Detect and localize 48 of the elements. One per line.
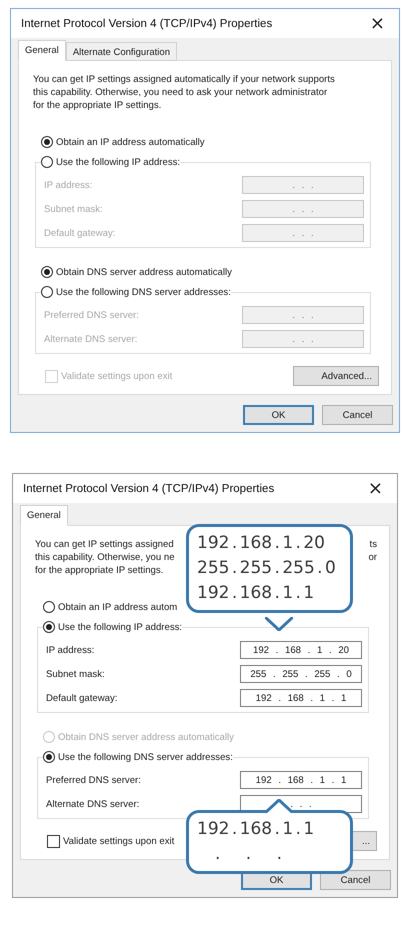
callout-text: 192 . 168 . 1 . 1 (197, 818, 314, 841)
dialog-button[interactable]: Cancel (320, 870, 391, 890)
radio-button[interactable] (41, 286, 53, 298)
callout-text: . . . (214, 843, 282, 866)
description-text: this capability. Otherwise, you ne (35, 551, 175, 564)
radio-button[interactable] (43, 621, 55, 633)
dialog-button[interactable]: OK (243, 405, 314, 425)
field-label: Subnet mask: (44, 204, 103, 214)
close-button[interactable]: × (366, 13, 389, 34)
description-text: You can get IP settings assigned automatically if your network supports (33, 73, 335, 86)
field-label: Preferred DNS server: (46, 774, 141, 786)
field-label: IP address: (44, 180, 92, 190)
radio-button[interactable] (41, 156, 53, 168)
description-text: this capability. Otherwise, you need to ask your network administrator (33, 86, 328, 99)
field-label: Alternate DNS server: (46, 798, 140, 810)
dialog-button[interactable]: Cancel (322, 405, 393, 425)
description-text: for the appropriate IP settings. (35, 564, 164, 577)
tab[interactable]: Alternate Configuration (66, 42, 177, 61)
description-text: ts (370, 538, 377, 551)
ip-address-field[interactable]: 192 . 168 . 1 . 1 (240, 771, 362, 789)
tab[interactable]: General (18, 40, 66, 61)
ip-address-field[interactable]: 255 . 255 . 255 . 0 (240, 665, 362, 683)
field-label: Alternate DNS server: (44, 334, 138, 344)
tab[interactable]: General (20, 505, 68, 526)
field-label: IP address: (46, 644, 94, 656)
radio-button[interactable] (41, 136, 53, 148)
field-label: Default gateway: (44, 228, 116, 238)
window-title: Internet Protocol Version 4 (TCP/IPv4) Properties (21, 18, 272, 30)
field-label: Preferred DNS server: (44, 310, 139, 320)
description-text: You can get IP settings assigned (35, 538, 174, 551)
description-text: for the appropriate IP settings. (33, 99, 162, 112)
callout-pointer (265, 617, 293, 631)
description-text: or (368, 551, 377, 564)
field-label: Subnet mask: (46, 668, 105, 680)
callout-text: 255 . 255 . 255 . 0 (197, 557, 336, 580)
checkbox[interactable] (47, 834, 60, 848)
advanced-button[interactable]: Advanced... (293, 366, 379, 386)
radio-button[interactable] (43, 601, 55, 613)
field-label: Default gateway: (46, 692, 118, 704)
radio-button[interactable] (41, 266, 53, 278)
ip-address-field[interactable]: 192 . 168 . 1 . 20 (240, 641, 362, 659)
checkbox-option[interactable]: Validate settings upon exit (35, 834, 174, 848)
callout-text: 192 . 168 . 1 . 20 (197, 532, 325, 555)
radio-button[interactable] (43, 751, 55, 763)
ip-address-field[interactable]: 192 . 168 . 1 . 1 (240, 689, 362, 707)
close-button[interactable]: × (364, 478, 387, 499)
callout-text: 192 . 168 . 1 . 1 (197, 582, 314, 605)
window-title: Internet Protocol Version 4 (TCP/IPv4) Properties (23, 482, 274, 494)
